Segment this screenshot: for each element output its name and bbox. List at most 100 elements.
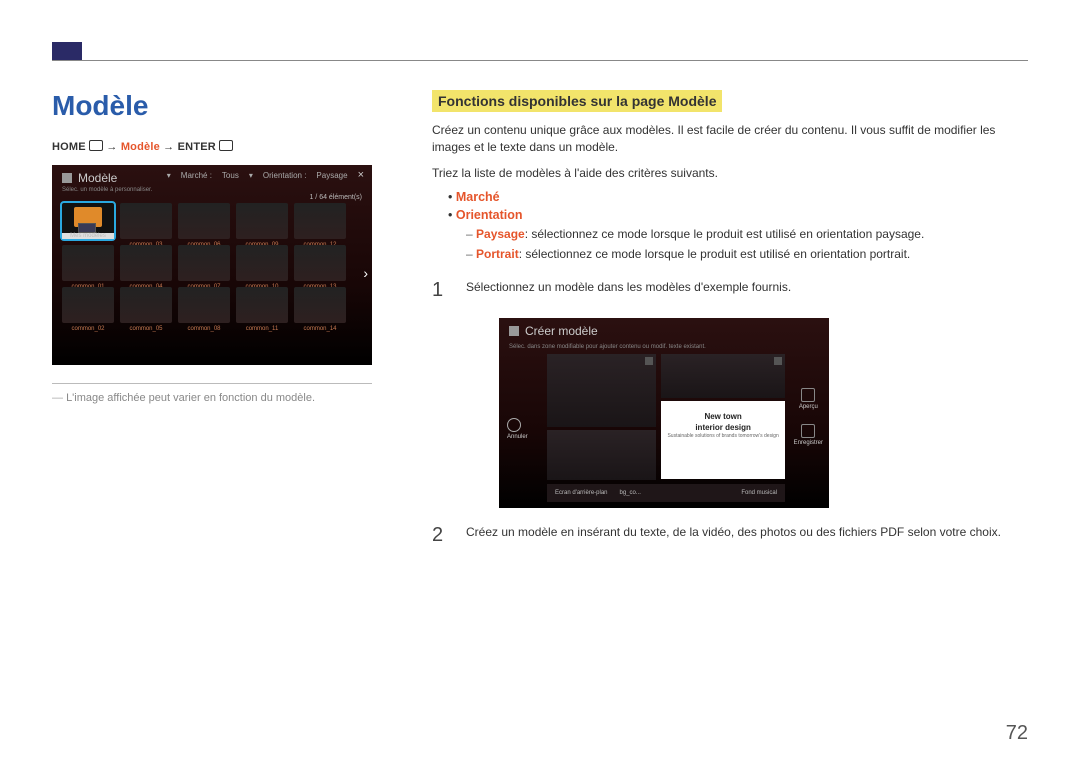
template-cell[interactable]: common_10 bbox=[236, 245, 288, 281]
template-cell[interactable]: common_12 bbox=[294, 203, 346, 239]
template-label: common_14 bbox=[294, 326, 346, 332]
portrait-text: : sélectionnez ce mode lorsque le produi… bbox=[519, 247, 911, 261]
bullet-orientation-label: Orientation bbox=[456, 208, 523, 222]
preview-label: Aperçu bbox=[794, 404, 823, 410]
breadcrumb-arrow: → bbox=[106, 141, 117, 153]
editor-canvas: New town interior design Sustainable sol… bbox=[547, 354, 785, 480]
app-subtitle: Sélec. un modèle à personnaliser. bbox=[62, 187, 362, 193]
save-icon[interactable] bbox=[801, 424, 815, 438]
bullet-market: Marché bbox=[448, 190, 1028, 204]
step-2: 2 Créez un modèle en insérant du texte, … bbox=[432, 524, 1028, 547]
top-rule bbox=[52, 60, 1028, 61]
filter-orientation-label: Orientation : bbox=[263, 171, 307, 180]
media-icon bbox=[774, 357, 782, 365]
step-1-figure: Créer modèle Sélec. dans zone modifiable… bbox=[432, 318, 1028, 508]
template-label: Mes modèles bbox=[62, 233, 114, 239]
cancel-label: Annuler bbox=[507, 434, 528, 440]
template-label: common_08 bbox=[178, 326, 230, 332]
template-browser-screenshot: Modèle ▾ Marché : Tous ▾ Orientation : P… bbox=[52, 165, 372, 365]
enter-icon bbox=[219, 140, 233, 151]
home-icon bbox=[89, 140, 103, 151]
bullet-market-label: Marché bbox=[456, 190, 500, 204]
template-cell[interactable]: common_08 bbox=[178, 287, 230, 323]
template-label: common_05 bbox=[120, 326, 172, 332]
paysage-label: Paysage bbox=[476, 227, 525, 241]
music-label[interactable]: Fond musical bbox=[741, 490, 777, 496]
create-template-screenshot: Créer modèle Sélec. dans zone modifiable… bbox=[499, 318, 829, 508]
canvas-slot-b[interactable] bbox=[661, 354, 785, 398]
preview-icon[interactable] bbox=[801, 388, 815, 402]
breadcrumb-enter: ENTER bbox=[178, 141, 216, 153]
breadcrumb: HOME → Modèle → ENTER bbox=[52, 140, 392, 153]
breadcrumb-current: Modèle bbox=[121, 141, 160, 153]
editor-bottom-bar: Ecran d'arrière-plan bg_co... Fond music… bbox=[547, 484, 785, 502]
editor-left-controls: Annuler bbox=[507, 418, 528, 440]
separator bbox=[52, 383, 372, 384]
template-cell[interactable]: common_13 bbox=[294, 245, 346, 281]
cancel-icon[interactable] bbox=[507, 418, 521, 432]
page-number: 72 bbox=[1006, 722, 1028, 745]
bg-label[interactable]: Ecran d'arrière-plan bbox=[555, 490, 608, 496]
thumb-icon bbox=[78, 223, 96, 233]
sort-intro: Triez la liste de modèles à l'aide des c… bbox=[432, 165, 1028, 182]
bullet-orientation: Orientation bbox=[448, 208, 1028, 222]
filter-market-label: Marché : bbox=[181, 171, 212, 180]
step-1: 1 Sélectionnez un modèle dans les modèle… bbox=[432, 279, 1028, 302]
canvas-slot-a[interactable] bbox=[547, 354, 656, 427]
left-column: Modèle HOME → Modèle → ENTER Modèle ▾ Ma… bbox=[52, 90, 392, 723]
bg-value: bg_co... bbox=[620, 490, 641, 496]
template-cell[interactable]: common_06 bbox=[178, 203, 230, 239]
editor-right-controls: Aperçu Enregistrer bbox=[794, 388, 823, 446]
filter-orientation-value[interactable]: Paysage bbox=[316, 171, 347, 180]
template-cell[interactable]: common_02 bbox=[62, 287, 114, 323]
page-content: Modèle HOME → Modèle → ENTER Modèle ▾ Ma… bbox=[52, 90, 1028, 723]
card-line1: New town bbox=[661, 411, 785, 422]
step-number: 2 bbox=[432, 524, 448, 547]
template-cell[interactable]: common_05 bbox=[120, 287, 172, 323]
intro-text: Créez un contenu unique grâce aux modèle… bbox=[432, 122, 1028, 157]
save-label: Enregistrer bbox=[794, 440, 823, 446]
editor-title: Créer modèle bbox=[525, 324, 598, 338]
card-line2: interior design bbox=[661, 422, 785, 433]
template-cell[interactable]: common_04 bbox=[120, 245, 172, 281]
template-cell[interactable]: common_01 bbox=[62, 245, 114, 281]
template-grid: Mes modèles common_03 common_06 common_0… bbox=[62, 203, 362, 323]
page-title: Modèle bbox=[52, 90, 392, 122]
step-number: 1 bbox=[432, 279, 448, 302]
template-cell[interactable]: common_09 bbox=[236, 203, 288, 239]
editor-subtitle: Sélec. dans zone modifiable pour ajouter… bbox=[509, 344, 829, 350]
card-tiny: Sustainable solutions of brands tomorrow… bbox=[661, 433, 785, 440]
filter-bar: ▾ Marché : Tous ▾ Orientation : Paysage … bbox=[167, 169, 364, 181]
app-icon bbox=[509, 326, 519, 336]
paysage-text: : sélectionnez ce mode lorsque le produi… bbox=[525, 227, 925, 241]
filter-market-value[interactable]: Tous bbox=[222, 171, 239, 180]
template-label: common_11 bbox=[236, 326, 288, 332]
sub-paysage: Paysage: sélectionnez ce mode lorsque le… bbox=[466, 226, 1028, 243]
image-disclaimer: L'image affichée peut varier en fonction… bbox=[52, 392, 392, 404]
nav-right-icon[interactable]: › bbox=[363, 265, 368, 281]
template-cell[interactable]: common_03 bbox=[120, 203, 172, 239]
canvas-slot-d[interactable] bbox=[547, 430, 656, 480]
right-column: Fonctions disponibles sur la page Modèle… bbox=[432, 90, 1028, 723]
app-title: Modèle bbox=[78, 171, 117, 185]
template-cell[interactable]: common_11 bbox=[236, 287, 288, 323]
template-cell-my[interactable]: Mes modèles bbox=[62, 203, 114, 239]
template-cell[interactable]: common_07 bbox=[178, 245, 230, 281]
chevron-down-icon[interactable]: ▾ bbox=[167, 171, 171, 180]
sub-portrait: Portrait: sélectionnez ce mode lorsque l… bbox=[466, 246, 1028, 263]
media-icon bbox=[645, 357, 653, 365]
step-text: Sélectionnez un modèle dans les modèles … bbox=[466, 279, 791, 296]
portrait-label: Portrait bbox=[476, 247, 519, 261]
breadcrumb-arrow: → bbox=[163, 141, 174, 153]
template-cell[interactable]: common_14 bbox=[294, 287, 346, 323]
section-heading: Fonctions disponibles sur la page Modèle bbox=[432, 90, 722, 112]
template-label: common_02 bbox=[62, 326, 114, 332]
chevron-down-icon[interactable]: ▾ bbox=[249, 171, 253, 180]
canvas-slot-c[interactable]: New town interior design Sustainable sol… bbox=[661, 401, 785, 479]
close-icon[interactable]: × bbox=[358, 169, 364, 181]
breadcrumb-home: HOME bbox=[52, 141, 86, 153]
step-text: Créez un modèle en insérant du texte, de… bbox=[466, 524, 1001, 541]
item-count: 1 / 64 élément(s) bbox=[52, 194, 362, 201]
app-icon bbox=[62, 173, 72, 183]
chapter-marker bbox=[52, 42, 82, 60]
